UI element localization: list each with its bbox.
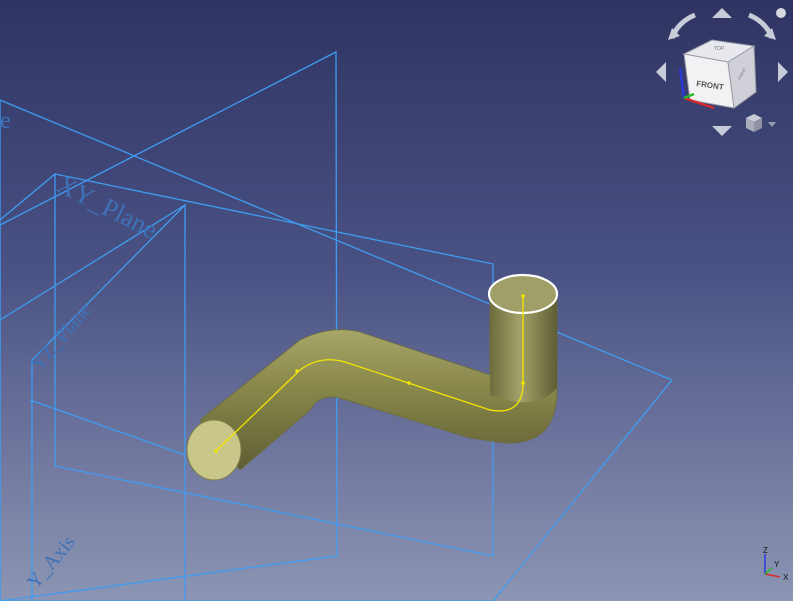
pan-left-arrow-icon[interactable] xyxy=(656,62,666,82)
xz-plane-label-partial: e xyxy=(0,108,11,134)
pan-down-arrow-icon[interactable] xyxy=(712,126,732,136)
3d-viewport[interactable]: e XY_Plane YZ_Plane Y_Axis FRONT TOP RIG… xyxy=(0,0,793,601)
menu-dot-icon[interactable] xyxy=(776,8,786,18)
pipe-start-cap[interactable] xyxy=(186,419,242,481)
cube-z-axis xyxy=(678,67,686,99)
vertical-plane-outline[interactable] xyxy=(0,50,338,601)
xy-plane-label: XY_Plane xyxy=(52,170,162,245)
view-menu-icon[interactable] xyxy=(746,114,776,132)
pan-right-arrow-icon[interactable] xyxy=(778,62,788,82)
triad-x-label: X xyxy=(783,573,789,582)
yz-plane-label: YZ_Plane xyxy=(27,299,96,375)
cube-top-label: TOP xyxy=(714,46,725,52)
navigation-cube[interactable]: FRONT TOP RIGHT xyxy=(650,0,793,150)
axis-triad: Z Y X xyxy=(763,546,789,582)
triad-z-label: Z xyxy=(763,546,768,555)
pipe-solid[interactable] xyxy=(186,273,559,481)
origin-planes xyxy=(0,50,674,601)
view-cube[interactable]: FRONT TOP RIGHT xyxy=(682,39,757,109)
triad-y-label: Y xyxy=(774,560,780,569)
pan-up-arrow-icon[interactable] xyxy=(712,8,732,18)
